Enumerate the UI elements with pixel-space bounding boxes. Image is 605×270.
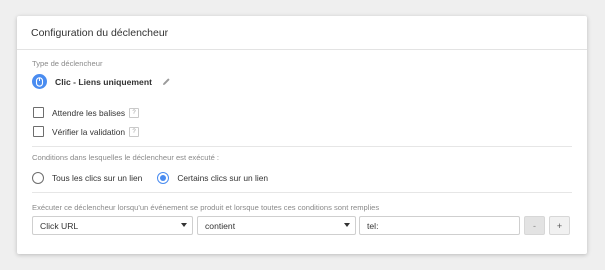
conditions-label: Conditions dans lesquelles le déclencheu…	[32, 153, 220, 162]
filter-label: Exécuter ce déclencheur lorsqu'un événem…	[32, 203, 380, 212]
condition-value-input[interactable]: tel:	[359, 216, 520, 235]
check-validation-option[interactable]: Vérifier la validation ?	[33, 126, 140, 137]
divider	[32, 146, 572, 147]
wait-tags-checkbox[interactable]	[33, 107, 44, 118]
conditions-radio-group: Tous les clics sur un lien Certains clic…	[32, 172, 268, 184]
add-condition-button[interactable]: +	[549, 216, 570, 235]
trigger-type-label: Type de déclencheur	[32, 59, 103, 68]
pencil-icon[interactable]	[162, 77, 171, 86]
some-clicks-label[interactable]: Certains clics sur un lien	[177, 173, 268, 183]
check-validation-label: Vérifier la validation	[52, 126, 126, 137]
trigger-type-row[interactable]: Clic - Liens uniquement	[32, 74, 171, 89]
help-icon[interactable]: ?	[129, 126, 140, 137]
variable-select[interactable]: Click URL	[32, 216, 193, 235]
dropdown-arrow-icon	[344, 223, 350, 227]
remove-condition-button[interactable]: -	[524, 216, 545, 235]
mouse-click-icon	[32, 74, 47, 89]
wait-tags-label: Attendre les balises	[52, 107, 126, 118]
operator-select[interactable]: contient	[197, 216, 356, 235]
help-icon[interactable]: ?	[129, 107, 140, 118]
check-validation-checkbox[interactable]	[33, 126, 44, 137]
trigger-type-value: Clic - Liens uniquement	[55, 76, 152, 87]
wait-tags-option[interactable]: Attendre les balises ?	[33, 107, 140, 118]
card-header: Configuration du déclencheur	[17, 16, 587, 50]
trigger-configuration-card: Configuration du déclencheur Type de déc…	[17, 16, 587, 254]
variable-select-value: Click URL	[40, 220, 79, 231]
divider	[32, 192, 572, 193]
card-title: Configuration du déclencheur	[31, 26, 169, 39]
operator-select-value: contient	[205, 220, 236, 231]
radio-selected-dot	[160, 175, 167, 181]
dropdown-arrow-icon	[181, 223, 187, 227]
some-clicks-radio[interactable]	[157, 172, 170, 184]
condition-value-text: tel:	[367, 220, 379, 231]
all-clicks-label[interactable]: Tous les clics sur un lien	[52, 173, 142, 183]
all-clicks-radio[interactable]	[32, 172, 44, 184]
